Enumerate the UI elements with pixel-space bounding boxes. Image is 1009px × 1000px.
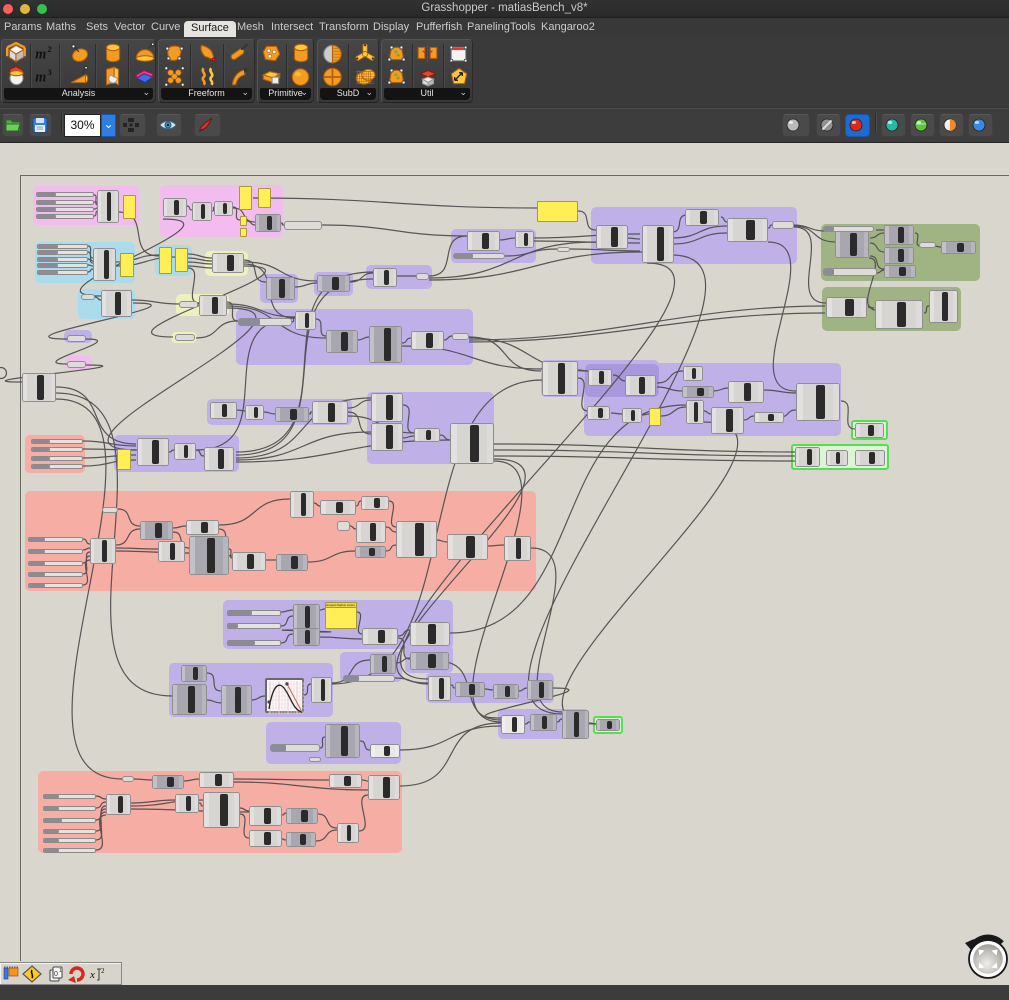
svg-text:2: 2 [47, 44, 51, 54]
svg-text:2: 2 [101, 967, 105, 975]
svg-text:3: 3 [47, 67, 52, 77]
svg-text:x: x [89, 969, 95, 981]
svg-text:0: 0 [54, 971, 58, 978]
svg-text:m: m [35, 46, 46, 62]
svg-text:m: m [35, 69, 46, 85]
svg-text:1: 1 [59, 968, 62, 974]
